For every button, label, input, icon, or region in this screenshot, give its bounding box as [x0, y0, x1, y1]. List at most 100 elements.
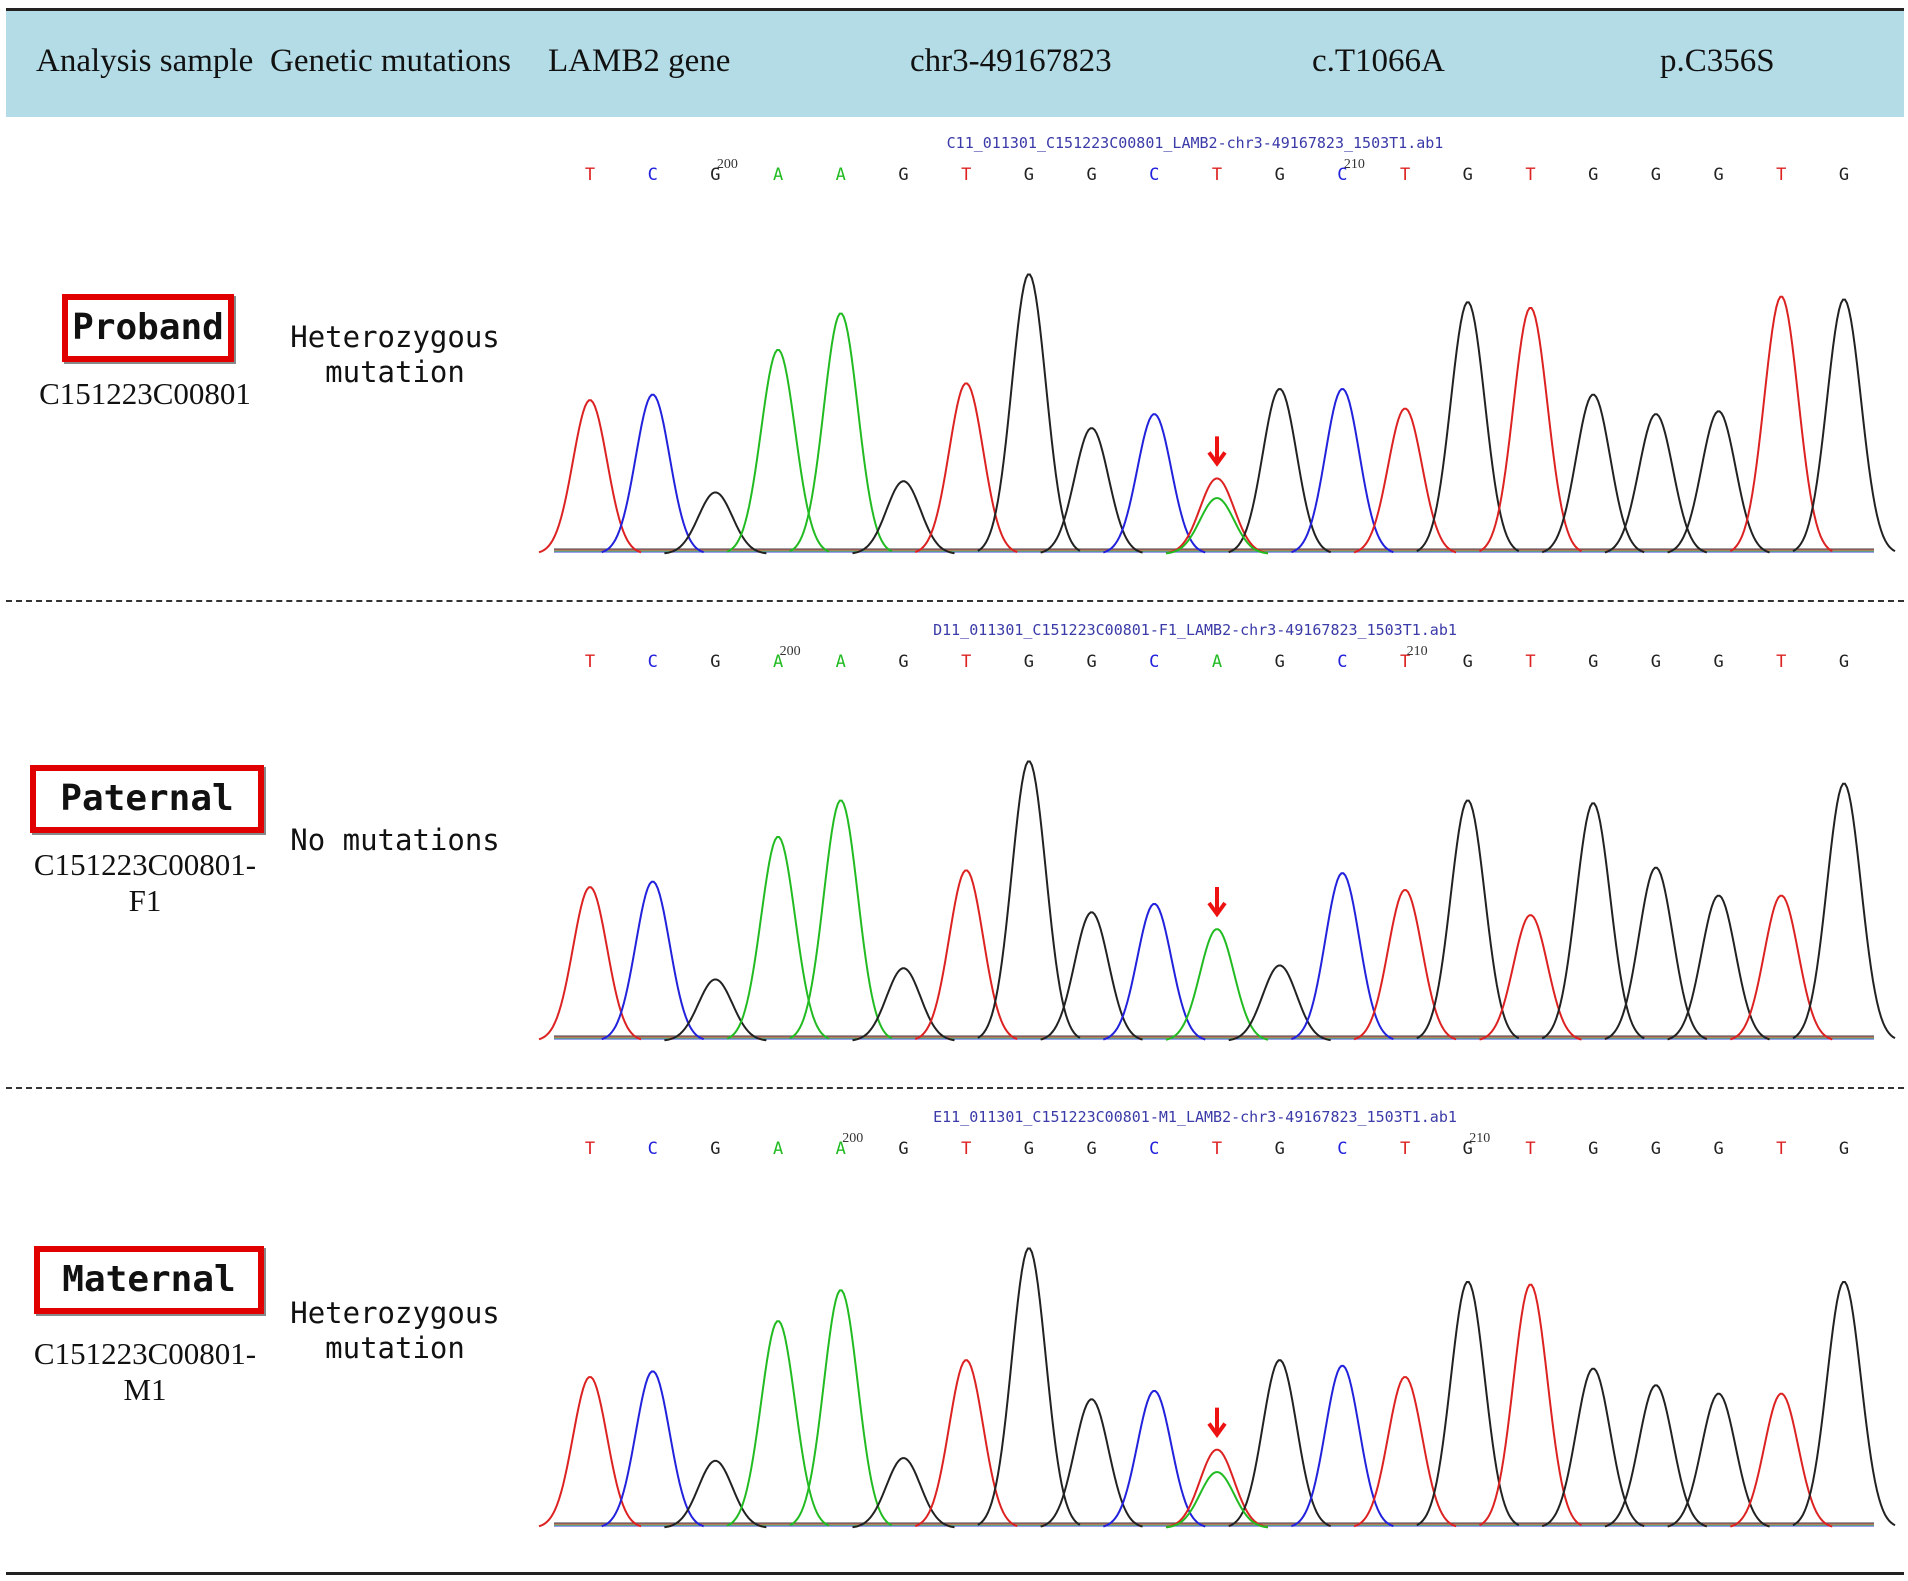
base-call-label: T [1525, 652, 1535, 672]
base-call-label: C [1337, 1139, 1347, 1159]
base-call-label: G [898, 1139, 908, 1159]
base-call-label: T [1525, 165, 1535, 185]
trace-file-name: E11_011301_C151223C00801-M1_LAMB2-chr3-4… [933, 1108, 1457, 1126]
base-call-label: A [773, 1139, 783, 1159]
trace-peak [789, 312, 893, 553]
base-call-label: T [1212, 1139, 1222, 1159]
trace-peak [726, 836, 830, 1040]
trace-peak [1040, 427, 1143, 554]
base-call-label: T [961, 1139, 971, 1159]
position-tick-label: 210 [1469, 1131, 1490, 1146]
trace-peak [1541, 1367, 1645, 1528]
base-call-label: T [961, 165, 971, 185]
trace-peak [1667, 1392, 1770, 1528]
mutation-arrow-icon [1207, 436, 1227, 467]
base-call-label: T [1776, 652, 1786, 672]
trace-peak [1604, 1384, 1708, 1528]
base-call-label: G [898, 165, 908, 185]
header-analysis-sample: Analysis sample [36, 43, 254, 79]
base-call-label: G [1839, 652, 1849, 672]
base-call-label: G [1086, 652, 1096, 672]
position-tick-label: 200 [717, 157, 738, 172]
position-tick-label: 210 [1344, 157, 1365, 172]
trace-peak [1604, 413, 1708, 554]
trace-peak [852, 480, 955, 555]
base-call-label: G [1588, 652, 1598, 672]
base-call-label: T [961, 652, 971, 672]
trace-peak [1165, 928, 1269, 1041]
base-call-label: T [585, 652, 595, 672]
base-call-label: G [1588, 1139, 1598, 1159]
trace-file-name: D11_011301_C151223C00801-F1_LAMB2-chr3-4… [933, 621, 1457, 639]
chromatogram-paternal: D11_011301_C151223C00801-F1_LAMB2-chr3-4… [538, 621, 1896, 1042]
base-call-label: G [1713, 652, 1723, 672]
base-call-label: G [1275, 165, 1285, 185]
base-call-label: G [1463, 165, 1473, 185]
base-call-label: C [648, 1139, 658, 1159]
base-call-label: G [1651, 1139, 1661, 1159]
trace-peak [1478, 307, 1583, 553]
base-call-label: G [1651, 652, 1661, 672]
base-call-label: G [1839, 165, 1849, 185]
base-call-label: C [648, 165, 658, 185]
base-call-label: G [1086, 165, 1096, 185]
trace-peak [1291, 388, 1394, 554]
trace-peak [601, 393, 705, 554]
trace-peak [1291, 1364, 1394, 1528]
trace-peak [1479, 1283, 1582, 1527]
base-call-label: T [1212, 165, 1222, 185]
base-call-label: A [1212, 652, 1222, 672]
chromatogram-maternal: E11_011301_C151223C00801-M1_LAMB2-chr3-4… [538, 1108, 1896, 1529]
trace-peak [1291, 872, 1394, 1041]
base-call-label: T [585, 165, 595, 185]
mutation-arrow-icon [1207, 1407, 1227, 1439]
base-call-label: C [648, 652, 658, 672]
trace-peak [1228, 964, 1331, 1042]
trace-peak [1102, 903, 1206, 1041]
base-call-label: G [1024, 1139, 1034, 1159]
trace-peak [1541, 393, 1645, 554]
trace-peak [538, 399, 642, 554]
trace-peak [1040, 1398, 1143, 1528]
header-gene: LAMB2 gene [548, 43, 731, 79]
trace-peak [664, 978, 767, 1042]
position-tick-label: 210 [1407, 644, 1428, 659]
base-call-label: G [1839, 1139, 1849, 1159]
table-header: Analysis sample Genetic mutations LAMB2 … [6, 8, 1904, 117]
trace-peak [1667, 894, 1770, 1041]
base-call-label: T [1776, 1139, 1786, 1159]
trace-peak [601, 1370, 705, 1528]
base-call-label: G [1463, 652, 1473, 672]
sample-row-paternal: Paternal C151223C00801- F1 No mutations … [0, 601, 1908, 1088]
header-protein-change: p.C356S [1660, 43, 1775, 79]
trace-peak [601, 880, 705, 1041]
base-call-label: G [898, 652, 908, 672]
base-call-label: C [1149, 1139, 1159, 1159]
trace-peak [852, 967, 955, 1042]
base-call-label: A [836, 652, 846, 672]
base-call-label: T [1776, 165, 1786, 185]
trace-peak [538, 886, 642, 1041]
base-call-label: G [1086, 1139, 1096, 1159]
base-call-label: T [1400, 165, 1410, 185]
base-call-label: C [1149, 652, 1159, 672]
trace-peak [852, 1457, 955, 1529]
trace-peak [1792, 298, 1896, 553]
header-cdna-change: c.T1066A [1312, 43, 1445, 79]
base-call-label: G [1588, 165, 1598, 185]
base-call-label: T [1400, 1139, 1410, 1159]
base-call-label: G [1275, 652, 1285, 672]
base-call-label: G [1651, 165, 1661, 185]
base-call-label: G [1713, 165, 1723, 185]
sample-row-proband: Proband C151223C00801 Heterozygous mutat… [0, 114, 1908, 601]
trace-peak [789, 1289, 893, 1527]
table-bottom-rule [6, 1572, 1904, 1575]
base-call-label: C [1149, 165, 1159, 185]
trace-peak [1228, 388, 1332, 554]
trace-peak [726, 1320, 830, 1527]
base-call-label: T [585, 1139, 595, 1159]
base-call-label: G [710, 652, 720, 672]
base-call-label: G [1024, 165, 1034, 185]
trace-peak [1353, 889, 1457, 1041]
trace-peak [789, 799, 893, 1040]
